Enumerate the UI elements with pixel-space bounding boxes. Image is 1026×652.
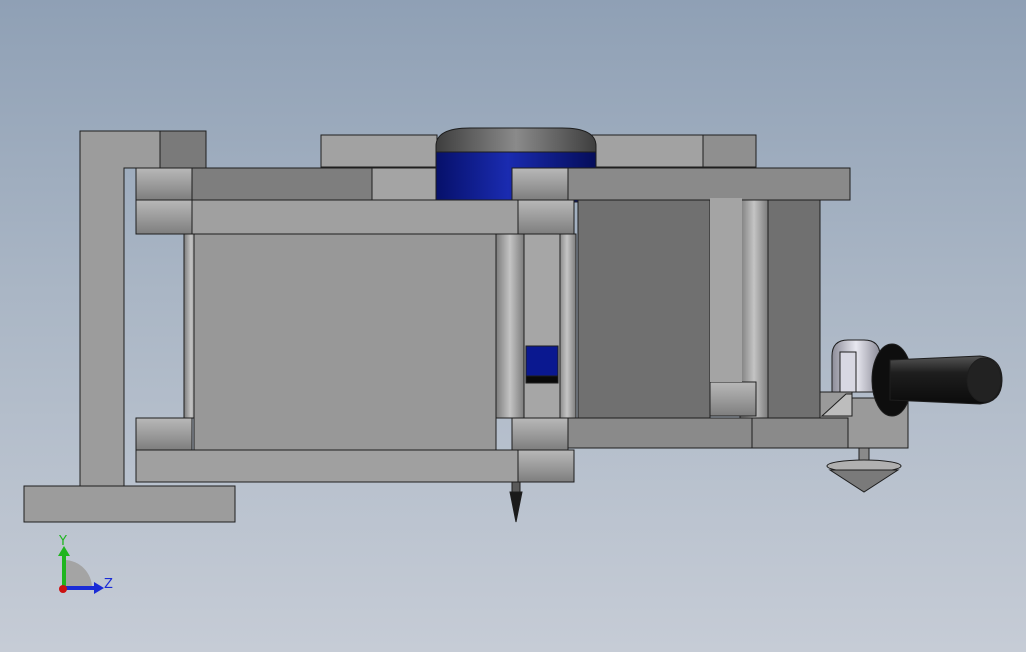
black-handle[interactable] [871, 343, 1003, 417]
z-axis-label: Z [104, 577, 113, 592]
y-axis-label: Y [58, 534, 67, 549]
center-block[interactable] [193, 233, 497, 451]
axis-triad: Y Z [58, 534, 113, 594]
cad-viewport[interactable]: Y Z [0, 0, 1026, 652]
right-housing[interactable] [577, 197, 821, 419]
inner-slot[interactable] [523, 233, 561, 419]
upper-long-bar[interactable] [135, 199, 575, 235]
bottom-long-bar[interactable] [135, 449, 575, 483]
pen-tip [509, 481, 523, 523]
foot-caster [826, 447, 902, 493]
cad-model-view[interactable]: Y Z [0, 0, 1026, 652]
upper-right-plate[interactable] [511, 167, 851, 201]
upper-left-plate[interactable] [135, 167, 437, 201]
